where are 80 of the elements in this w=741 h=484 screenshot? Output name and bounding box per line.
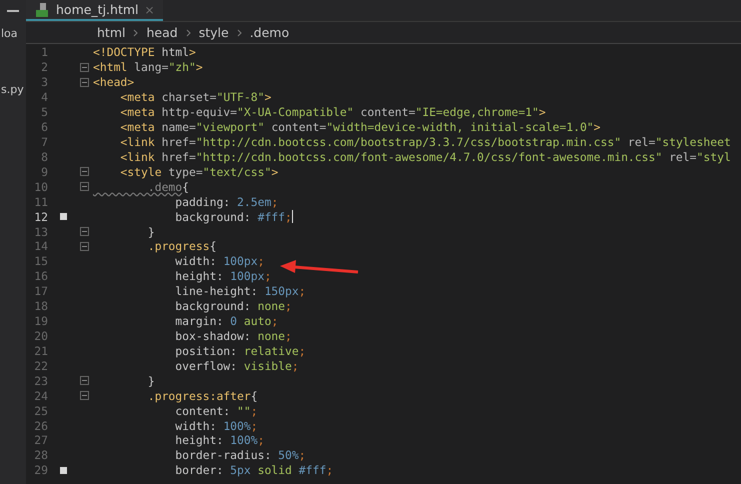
- code-line: height: 100%;: [174, 433, 264, 448]
- code-line: <html lang="zh">: [93, 60, 203, 74]
- line-number: 16: [33, 269, 49, 284]
- fold-icon[interactable]: [80, 227, 88, 236]
- code-line: content: "";: [174, 404, 258, 418]
- chevron-icon: [236, 28, 242, 36]
- code-line: .progress{: [146, 239, 216, 254]
- line-number: 26: [33, 418, 49, 432]
- line-number: 12: [33, 210, 49, 224]
- html-file-icon: [36, 2, 50, 16]
- code-line: line-height: 150px;: [174, 284, 306, 298]
- code-line: <head>: [93, 75, 134, 90]
- code-line: background: #fff;: [174, 210, 292, 224]
- fold-icon[interactable]: [80, 242, 88, 251]
- fold-icon[interactable]: [80, 391, 88, 400]
- line-number: 4: [40, 90, 49, 104]
- bookmark-icon[interactable]: [60, 466, 67, 474]
- line-number: 17: [33, 284, 49, 298]
- line-number: 14: [33, 239, 49, 254]
- line-number: 11: [33, 194, 49, 209]
- line-number: 5: [40, 105, 49, 120]
- code-line: .demo{: [146, 180, 190, 194]
- line-number: 27: [33, 433, 49, 448]
- line-number: 3: [40, 75, 49, 90]
- breadcrumb-item[interactable]: head: [146, 25, 178, 40]
- code-line: height: 100px;: [174, 269, 272, 284]
- code-line: padding: 2.5em;: [174, 194, 278, 209]
- code-line: <link href="http://cdn.bootcss.com/bootstrap/3.3.7/css/bootstrap.min.css" rel="stylesheet: [119, 134, 731, 149]
- bookmark-icon[interactable]: [60, 213, 67, 220]
- breadcrumb-item[interactable]: html: [97, 25, 126, 40]
- chevron-icon: [186, 28, 191, 36]
- text-cursor: [292, 210, 293, 224]
- line-number: 10: [33, 180, 49, 194]
- fold-icon[interactable]: [80, 167, 88, 176]
- code-line: width: 100%;: [174, 418, 258, 432]
- editor-tab[interactable]: home_tj.html ×: [26, 0, 163, 21]
- breadcrumb-item[interactable]: style: [198, 25, 229, 40]
- fold-icon[interactable]: [80, 182, 88, 192]
- code-line: <!DOCTYPE html>: [93, 45, 196, 60]
- code-line: border: 5px solid #fff;: [174, 463, 334, 478]
- line-number: 15: [33, 254, 49, 268]
- line-number: 7: [40, 134, 49, 149]
- code-line: }: [146, 374, 155, 388]
- line-number: 18: [33, 299, 49, 314]
- code-line: overflow: visible;: [174, 358, 299, 373]
- line-number: 13: [33, 224, 49, 239]
- code-line: }: [146, 224, 155, 239]
- code-line: background: none;: [174, 299, 292, 314]
- code-line: .progress:after{: [146, 388, 258, 403]
- code-line: <link href="http://cdn.bootcss.com/font-awesome/4.7.0/css/font-awesome.min.css" rel="styl: [119, 150, 731, 164]
- line-number: 20: [33, 328, 49, 343]
- code-line: <style type="text/css">: [119, 164, 278, 179]
- code-line: position: relative;: [174, 344, 306, 358]
- code-line: border-radius: 50%;: [174, 448, 306, 462]
- line-number: 2: [40, 60, 49, 74]
- line-number: 22: [33, 358, 49, 373]
- code-line: box-shadow: none;: [174, 328, 292, 343]
- code-line: <meta name="viewport" content="width=device-width, initial-scale=1.0">: [119, 120, 601, 134]
- fold-icon[interactable]: [80, 78, 88, 87]
- fold-icon[interactable]: [80, 376, 88, 386]
- line-number: 8: [40, 150, 49, 164]
- line-number: 9: [40, 164, 49, 179]
- line-number: 21: [33, 344, 49, 358]
- breadcrumb-item[interactable]: .demo: [250, 25, 290, 40]
- line-number: 24: [33, 388, 49, 403]
- code-line: width: 100px;: [174, 254, 264, 268]
- fold-icon[interactable]: [80, 62, 88, 72]
- sidebar-item[interactable]: s.py: [0, 80, 26, 100]
- line-number: 6: [40, 120, 49, 134]
- line-number: 28: [33, 448, 49, 462]
- chevron-icon: [133, 28, 138, 36]
- line-number: 23: [33, 374, 49, 388]
- line-number: 29: [33, 463, 49, 478]
- code-line: <meta http-equiv="X-UA-Compatible" content="IE=edge,chrome=1">: [119, 105, 546, 120]
- sidebar-item[interactable]: loa: [0, 24, 26, 44]
- line-number: 1: [40, 45, 49, 60]
- line-number: 19: [33, 314, 49, 328]
- code-line: margin: 0 auto;: [174, 314, 278, 328]
- code-line: <meta charset="UTF-8">: [119, 90, 272, 104]
- line-number: 25: [33, 404, 49, 418]
